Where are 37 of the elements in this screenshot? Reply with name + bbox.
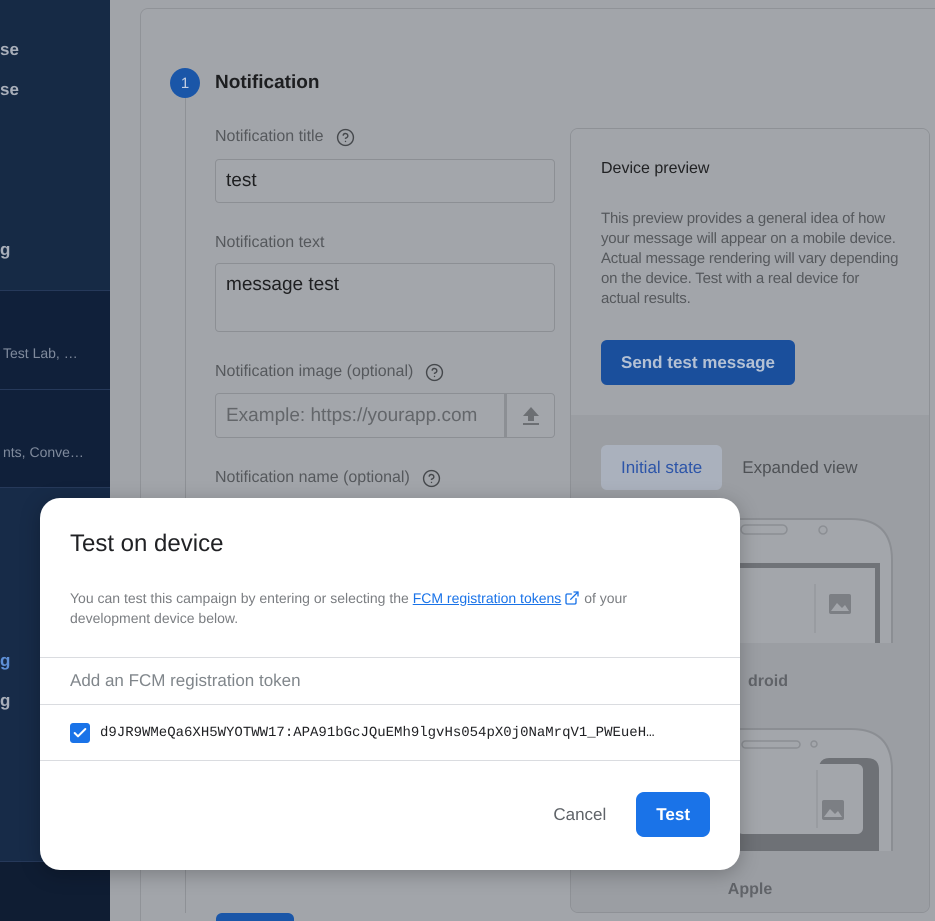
title-field[interactable]: test (215, 159, 555, 203)
field-label: Notification title (215, 128, 324, 146)
help-icon[interactable] (336, 128, 354, 146)
cancel-button[interactable]: Cancel (553, 792, 606, 837)
token-checkbox[interactable] (70, 722, 90, 742)
help-icon[interactable] (422, 468, 441, 488)
help-icon[interactable] (425, 362, 444, 382)
dialog-description: You can test this campaign by entering or selecting the FCM registration tokens of your development device below. (70, 588, 628, 628)
sidebar-item[interactable]: se (0, 70, 19, 110)
external-link-icon (564, 590, 580, 606)
dialog-title: Test on device (70, 529, 224, 559)
device-label: droid (748, 673, 788, 692)
preview-description: This preview provides a general idea of how your message will appear on a mobile device. Actual message rendering will vary depending on the device. Test with a real device for actual results. (601, 209, 899, 309)
sidebar-item[interactable]: g (0, 641, 10, 681)
step-number: 1 (170, 68, 200, 98)
preview-tab[interactable]: Initial state (601, 445, 722, 490)
token-text: d9JR9WMeQa6XH5WYOTWW17:APA91bGcJQuEMh9lgvHs054pX0j0NaMrqV1_PWEueH… (100, 724, 654, 740)
field-label: Notification name (optional) (215, 469, 410, 487)
tokens-link[interactable]: FCM registration tokens (412, 588, 580, 608)
device-label: Apple (728, 881, 772, 900)
token-input[interactable]: Add an FCM registration token (40, 658, 740, 705)
upload-icon (522, 406, 540, 426)
send-test-button[interactable]: Send test message (601, 340, 796, 385)
field-label: Notification image (optional) (215, 363, 414, 381)
step-title: Notification (215, 72, 320, 94)
preview-title: Device preview (601, 159, 710, 179)
image-url-field[interactable]: Example: https://yourapp.com (215, 393, 505, 438)
sidebar-item[interactable]: se (0, 30, 19, 70)
preview-tab[interactable]: Expanded view (722, 445, 878, 490)
sidebar-item[interactable]: nts, Conve… (0, 432, 84, 472)
text-field[interactable]: message test (215, 263, 555, 332)
sidebar-item[interactable]: g (0, 230, 10, 270)
field-label: Notification text (215, 234, 324, 252)
sidebar-item[interactable]: Test Lab, … (0, 333, 78, 373)
sidebar-item[interactable]: g (0, 681, 10, 721)
upload-button[interactable] (505, 393, 555, 438)
test-button[interactable]: Test (636, 792, 710, 837)
